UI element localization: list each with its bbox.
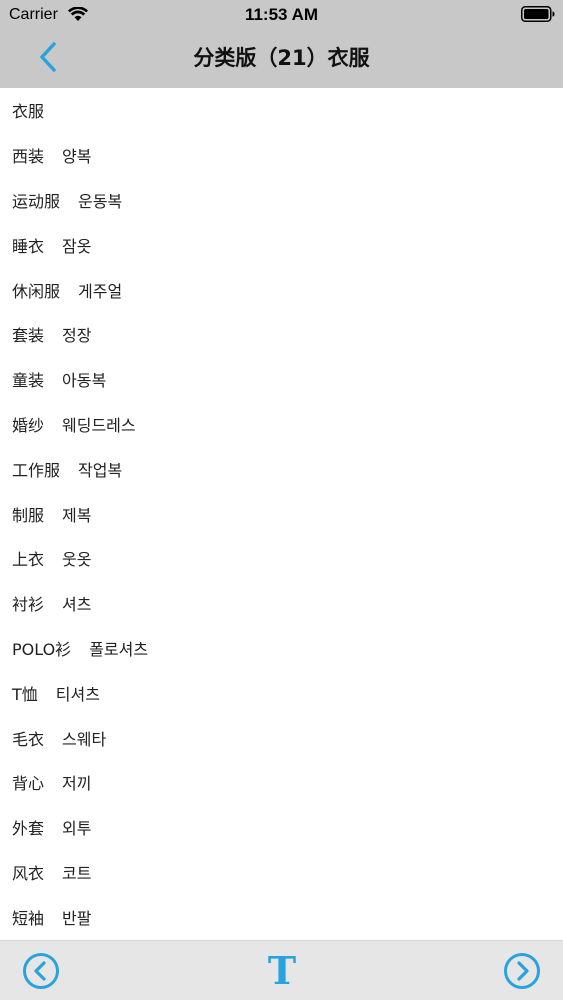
- chinese-term: POLO衫: [12, 639, 72, 659]
- list-item[interactable]: 西装 양복: [0, 133, 563, 178]
- korean-term: 스웨타: [62, 729, 107, 749]
- status-bar: Carrier 11:53 AM: [0, 0, 563, 30]
- header: Carrier 11:53 AM 分类版（21）衣服: [0, 0, 563, 88]
- page-title: 分类版（21）衣服: [193, 46, 370, 70]
- list-item[interactable]: 衣服: [0, 88, 563, 133]
- font-size-icon: T: [267, 948, 297, 993]
- chinese-term: 西装: [12, 147, 45, 167]
- korean-term: 잠옷: [62, 236, 92, 256]
- korean-term: 폴로셔츠: [89, 639, 149, 659]
- list-item[interactable]: 睡衣 잠옷: [0, 222, 563, 267]
- circle-chevron-left-icon: [23, 953, 59, 989]
- list-item[interactable]: 短袖 반팔: [0, 894, 563, 939]
- korean-term: 제복: [62, 505, 92, 525]
- korean-term: 셔츠: [62, 595, 92, 615]
- list-item[interactable]: 童装 아동복: [0, 357, 563, 402]
- korean-term: 게주얼: [78, 281, 123, 301]
- korean-term: 저끼: [62, 774, 92, 794]
- list-item[interactable]: 婚纱 웨딩드레스: [0, 402, 563, 447]
- chinese-term: T恤: [12, 684, 38, 704]
- previous-button[interactable]: [22, 952, 60, 990]
- chinese-term: 制服: [12, 505, 45, 525]
- font-size-button[interactable]: T: [262, 952, 302, 990]
- chinese-term: 短袖: [12, 908, 45, 928]
- korean-term: 아동복: [62, 371, 107, 391]
- chinese-term: 婚纱: [12, 415, 45, 435]
- chinese-term: 工作服: [12, 460, 61, 480]
- next-button[interactable]: [503, 952, 541, 990]
- list-item[interactable]: 背心 저끼: [0, 760, 563, 805]
- korean-term: 작업복: [78, 460, 123, 480]
- chinese-term: 背心: [12, 774, 45, 794]
- chinese-term: 外套: [12, 819, 45, 839]
- clock: 11:53 AM: [244, 5, 319, 24]
- list-item[interactable]: 运动服 운동복: [0, 178, 563, 223]
- list-item[interactable]: 工作服 작업복: [0, 446, 563, 491]
- korean-term: 양복: [62, 147, 92, 167]
- korean-term: 티셔츠: [55, 684, 100, 704]
- list-item[interactable]: 休闲服 게주얼: [0, 267, 563, 312]
- list-item[interactable]: 风衣 코트: [0, 850, 563, 895]
- list-item[interactable]: 毛衣 스웨타: [0, 715, 563, 760]
- chinese-term: 套装: [12, 326, 45, 346]
- list-item[interactable]: 上衣 웃옷: [0, 536, 563, 581]
- screen: Carrier 11:53 AM 分类版（21）衣服 衣服 西装 양복 运动服 …: [0, 0, 563, 1000]
- circle-chevron-right-icon: [504, 953, 540, 989]
- list-item[interactable]: 制服 제복: [0, 491, 563, 536]
- list-item[interactable]: POLO衫 폴로셔츠: [0, 626, 563, 671]
- korean-term: 코트: [62, 863, 92, 883]
- korean-term: 웃옷: [62, 550, 92, 570]
- list-item[interactable]: 套装 정장: [0, 312, 563, 357]
- chinese-term: 运动服: [12, 191, 61, 211]
- korean-term: 외투: [62, 819, 92, 839]
- chinese-term: 毛衣: [12, 729, 45, 749]
- korean-term: 운동복: [78, 191, 123, 211]
- chinese-term: 童装: [12, 371, 45, 391]
- chinese-term: 风衣: [12, 863, 45, 883]
- korean-term: 정장: [62, 326, 92, 346]
- korean-term: 웨딩드레스: [62, 415, 136, 435]
- list-item[interactable]: 外套 외투: [0, 805, 563, 850]
- battery-icon: [521, 6, 555, 22]
- chinese-term: 休闲服: [12, 281, 61, 301]
- chinese-term: 上衣: [12, 550, 45, 570]
- list-item[interactable]: T恤 티셔츠: [0, 670, 563, 715]
- chinese-term: 睡衣: [12, 236, 45, 256]
- list-item[interactable]: 衬衫 셔츠: [0, 581, 563, 626]
- vocabulary-list: 衣服 西装 양복 运动服 운동복 睡衣 잠옷 休闲服 게주얼 套装 정장 童装 …: [0, 88, 563, 940]
- korean-term: 반팔: [62, 908, 92, 928]
- chinese-term: 衣服: [12, 102, 45, 122]
- navigation-bar: 分类版（21）衣服: [0, 30, 563, 88]
- chinese-term: 衬衫: [12, 595, 45, 615]
- bottom-toolbar: T: [0, 940, 563, 1000]
